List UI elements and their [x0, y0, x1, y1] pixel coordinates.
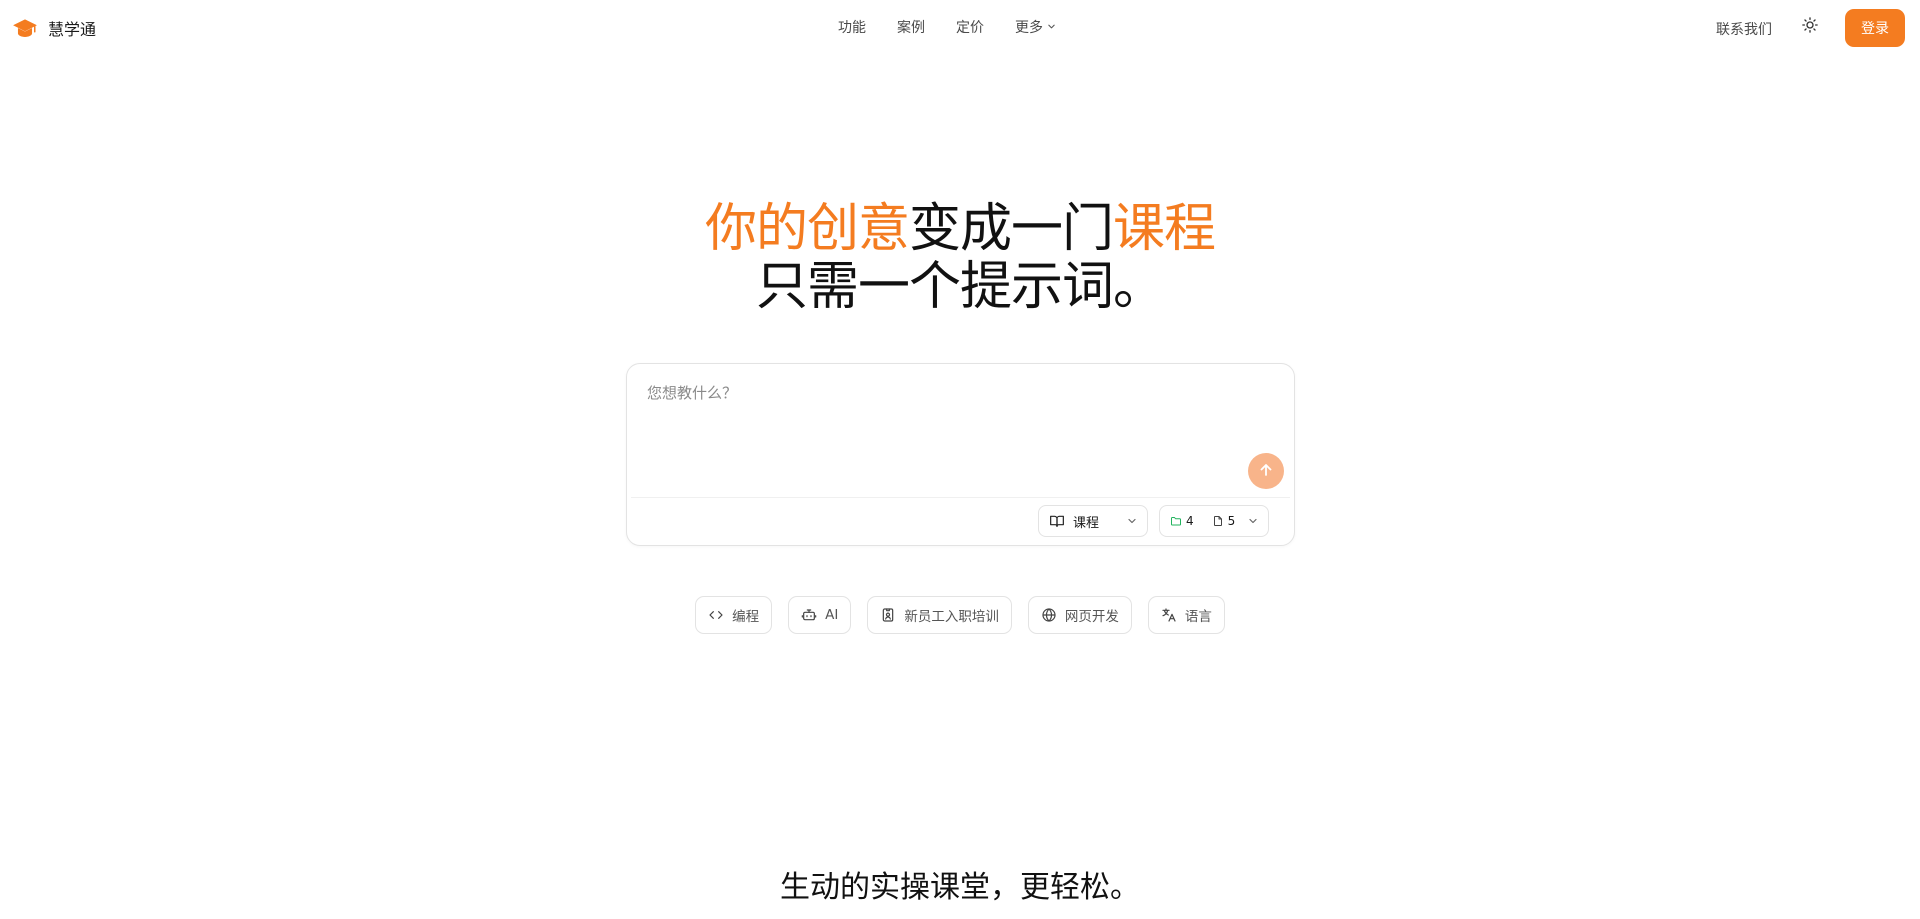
suggestion-chip-label: 网页开发 — [1064, 609, 1119, 625]
nav-item-pricing[interactable]: 定价 — [956, 17, 984, 37]
suggestion-chip-language[interactable]: 语言 — [1147, 596, 1225, 634]
chevron-down-icon — [1047, 19, 1056, 35]
file-icon — [1212, 515, 1224, 527]
nav-item-label: 定价 — [956, 20, 984, 36]
nav-item-label: 更多 — [1015, 20, 1043, 36]
mode-select-value: 课程 — [1073, 515, 1100, 531]
folder-count: 4 — [1186, 514, 1194, 528]
hero-text: 变成一门 — [908, 199, 1114, 259]
arrow-up-icon — [1258, 462, 1274, 481]
nav-item-features[interactable]: 功能 — [838, 17, 866, 37]
count-select[interactable]: 4 5 — [1159, 505, 1269, 537]
nav-item-label: 功能 — [838, 20, 866, 36]
suggestion-chip-label: 新员工入职培训 — [904, 609, 999, 625]
prompt-box: 课程 4 5 — [626, 363, 1295, 546]
folder-icon — [1170, 515, 1182, 527]
hero-highlight: 你的创意 — [704, 199, 910, 259]
prompt-divider — [631, 497, 1290, 498]
sun-icon — [1801, 16, 1819, 38]
code-icon — [708, 607, 724, 623]
nav-item-label: 案例 — [897, 20, 925, 36]
suggestion-chip-programming[interactable]: 编程 — [695, 596, 773, 634]
theme-toggle-button[interactable] — [1797, 14, 1823, 40]
section-title: 生动的实操课堂，更轻松。 — [780, 870, 1140, 905]
suggestion-chip-label: AI — [825, 607, 839, 623]
hero-title: 你的创意变成一门课程 只需一个提示词。 — [0, 200, 1920, 316]
prompt-input[interactable] — [647, 382, 1247, 462]
send-button[interactable] — [1248, 453, 1284, 489]
suggestion-chip-web-dev[interactable]: 网页开发 — [1027, 596, 1132, 634]
mode-select[interactable]: 课程 — [1038, 505, 1148, 537]
hero-line-1: 你的创意变成一门课程 — [0, 200, 1920, 258]
suggestion-chip-onboarding[interactable]: 新员工入职培训 — [867, 596, 1012, 634]
id-badge-icon — [880, 607, 896, 623]
brand-home-link[interactable]: 慧学通 — [12, 14, 96, 42]
suggestion-chip-label: 编程 — [732, 609, 760, 625]
graduation-cap-icon — [12, 15, 38, 41]
translate-icon — [1161, 607, 1177, 623]
bot-icon — [801, 607, 817, 623]
chevron-down-icon — [1127, 516, 1137, 526]
suggestion-chips: 编程 AI 新员工入职培训 网页开发 语言 — [0, 596, 1920, 634]
nav-item-cases[interactable]: 案例 — [897, 17, 925, 37]
hero-highlight: 课程 — [1113, 199, 1216, 259]
book-open-icon — [1049, 513, 1065, 529]
top-header: 慧学通 功能 案例 定价 更多 联系我们 登录 — [0, 0, 1920, 56]
main-nav: 功能 案例 定价 更多 — [838, 17, 1056, 37]
globe-icon — [1041, 607, 1057, 623]
contact-us-link[interactable]: 联系我们 — [1716, 19, 1772, 39]
login-button[interactable]: 登录 — [1845, 9, 1905, 47]
brand-name: 慧学通 — [48, 20, 97, 39]
nav-item-more[interactable]: 更多 — [1015, 17, 1056, 37]
file-count: 5 — [1227, 514, 1236, 528]
suggestion-chip-label: 语言 — [1184, 609, 1212, 625]
hero-line-2: 只需一个提示词。 — [755, 257, 1165, 317]
suggestion-chip-ai[interactable]: AI — [788, 596, 852, 634]
chevron-down-icon — [1248, 516, 1258, 526]
